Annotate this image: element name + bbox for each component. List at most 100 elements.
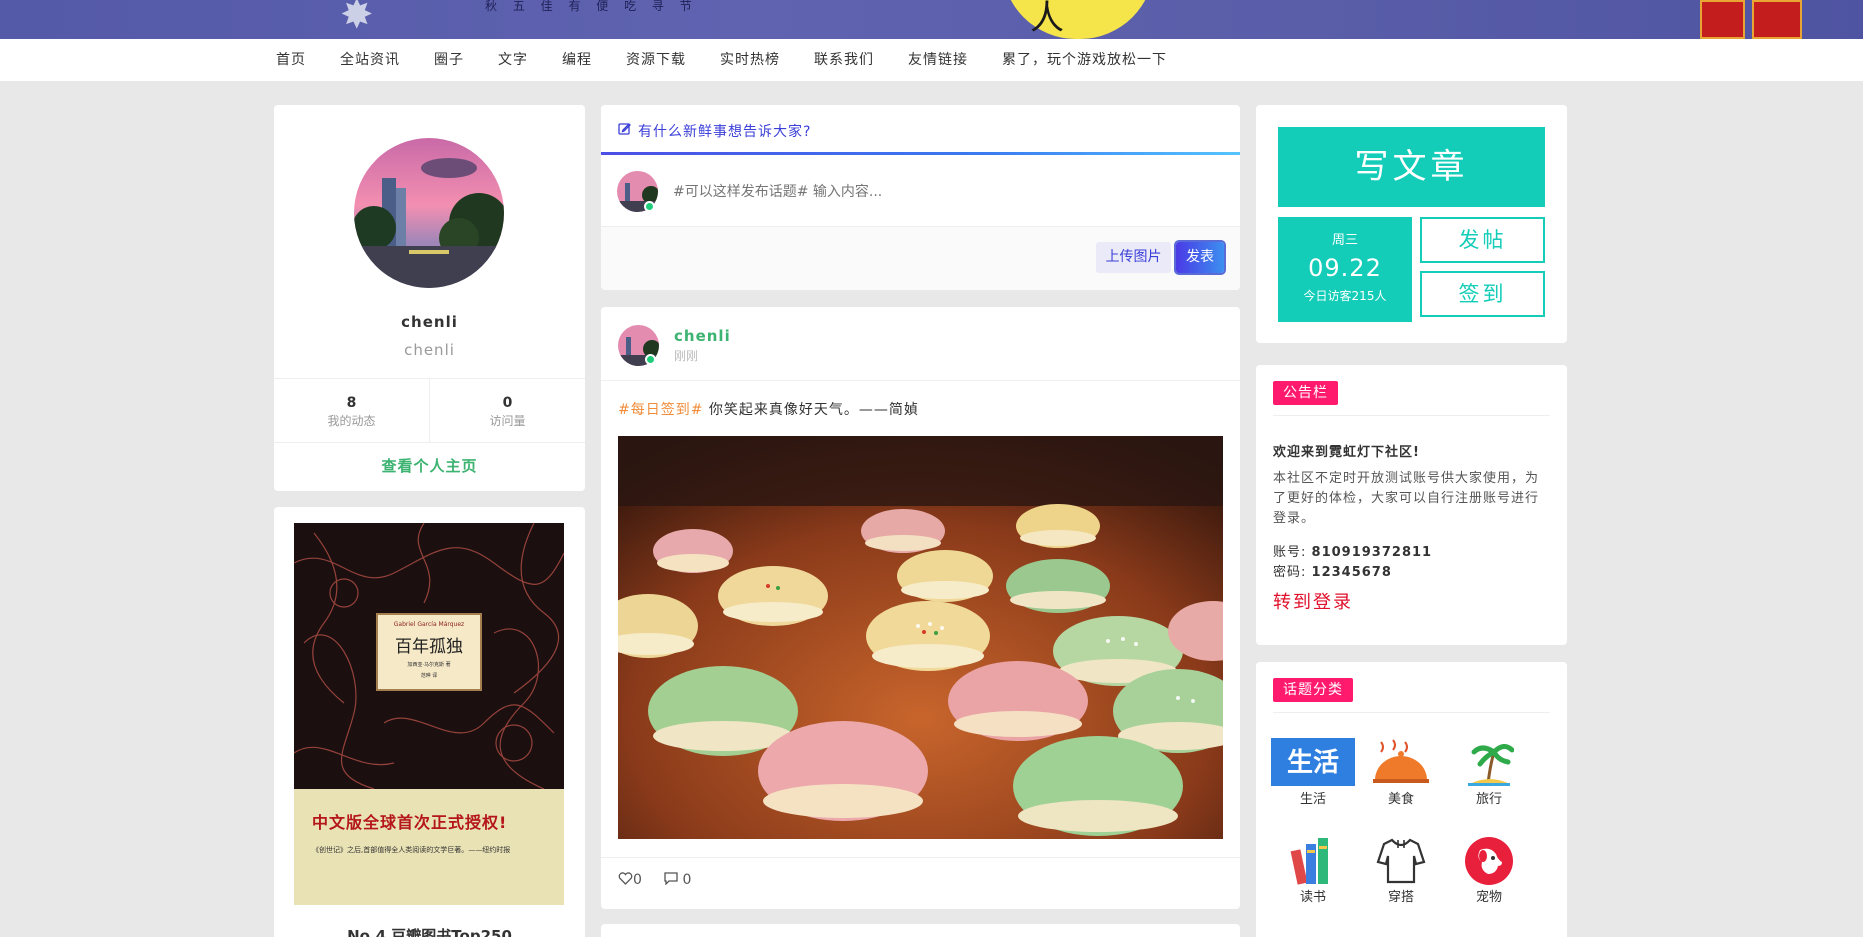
- composer-header: 有什么新鲜事想告诉大家?: [601, 105, 1240, 155]
- svg-text:生活: 生活: [1287, 748, 1339, 778]
- stat-visits-value: 0: [502, 395, 513, 411]
- like-button[interactable]: 0: [618, 872, 642, 888]
- nav-item-links[interactable]: 友情链接: [908, 39, 968, 81]
- clothes-icon: [1376, 836, 1426, 886]
- stat-posts[interactable]: 8 我的动态: [274, 379, 429, 442]
- weekday: 周三: [1331, 233, 1358, 248]
- password-line: 密码: 12345678: [1273, 561, 1392, 580]
- book-author-zh: 加西亚·马尔克斯 著: [407, 662, 451, 668]
- topics-badge: 话题分类: [1273, 678, 1353, 702]
- composer-title: 有什么新鲜事想告诉大家?: [638, 124, 812, 140]
- moon-decoration: [1002, 0, 1154, 39]
- feed-post: chenli 刚刚 #每日签到# 你笑起来真像好天气。——简媜 0 0: [601, 307, 1240, 909]
- account-line: 账号: 810919372811: [1273, 541, 1432, 560]
- go-login-link[interactable]: 转到登录: [1273, 588, 1353, 614]
- current-date: 09.22: [1308, 254, 1382, 282]
- topic-fashion[interactable]: 穿搭: [1361, 836, 1441, 905]
- date-widget: 周三 09.22 今日访客215人: [1278, 217, 1412, 322]
- post-image[interactable]: [618, 436, 1223, 839]
- nav-item-downloads[interactable]: 资源下载: [626, 39, 686, 81]
- profile-avatar[interactable]: [354, 138, 504, 288]
- next-feed-post: [601, 924, 1240, 937]
- stat-posts-label: 我的动态: [327, 414, 376, 428]
- upload-image-button[interactable]: 上传图片: [1096, 242, 1171, 273]
- comment-button[interactable]: 0: [664, 872, 691, 888]
- book-caption[interactable]: No.4 豆瓣图书Top250: [274, 925, 585, 937]
- travel-icon: [1464, 738, 1515, 788]
- nav-item-circles[interactable]: 圈子: [434, 39, 464, 81]
- book-cover-title: 百年孤独: [395, 637, 463, 657]
- topic-pets-label: 宠物: [1475, 890, 1502, 905]
- profile-card: chenli chenli 8 我的动态 0 访问量 查看个人主页: [274, 105, 585, 491]
- book-author-en: Gabriel García Márquez: [393, 621, 465, 628]
- book-cover[interactable]: Gabriel García Márquez 百年孤独 加西亚·马尔克斯 著 范…: [294, 523, 564, 905]
- nav-item-game[interactable]: 累了，玩个游戏放松一下: [1002, 39, 1167, 81]
- profile-subtitle: chenli: [404, 341, 455, 359]
- publish-button[interactable]: 发表: [1176, 242, 1224, 273]
- nav-item-trending[interactable]: 实时热榜: [720, 39, 780, 81]
- main-nav: 首页 全站资讯 圈子 文字 编程 资源下载 实时热榜 联系我们 友情链接 累了，…: [0, 39, 1863, 81]
- book-card: Gabriel García Márquez 百年孤独 加西亚·马尔克斯 著 范…: [274, 507, 585, 937]
- topic-fashion-label: 穿搭: [1387, 890, 1414, 905]
- books-icon: [1288, 836, 1338, 886]
- edit-icon: [618, 122, 631, 139]
- comment-count: 0: [682, 872, 692, 888]
- stat-posts-value: 8: [346, 395, 357, 411]
- quick-actions-card: 写文章 周三 09.22 今日访客215人 发帖 签到: [1256, 105, 1567, 343]
- notice-badge: 公告栏: [1273, 381, 1338, 405]
- write-article-button[interactable]: 写文章: [1278, 127, 1545, 207]
- account-value: 810919372811: [1311, 545, 1433, 560]
- nav-item-writing[interactable]: 文字: [498, 39, 528, 81]
- author-online-indicator: [645, 354, 656, 365]
- password-label: 密码:: [1273, 565, 1307, 580]
- topic-travel[interactable]: 旅行: [1449, 738, 1529, 807]
- post-text: 你笑起来真像好天气。——简媜: [703, 402, 919, 418]
- nav-item-contact[interactable]: 联系我们: [814, 39, 874, 81]
- stat-visits[interactable]: 0 访问量: [429, 379, 585, 442]
- post-divider: [601, 380, 1240, 381]
- checkin-button[interactable]: 签到: [1420, 271, 1545, 317]
- post-topic-tag[interactable]: #每日签到#: [618, 402, 703, 418]
- life-icon: 生活: [1271, 738, 1355, 788]
- notice-board: 公告栏 欢迎来到霓虹灯下社区! 本社区不定时开放测试账号供大家使用，为了更好的体…: [1256, 365, 1567, 645]
- password-value: 12345678: [1311, 565, 1392, 580]
- topic-food[interactable]: 美食: [1361, 738, 1441, 807]
- post-composer: 有什么新鲜事想告诉大家? 上传图片 发表: [601, 105, 1240, 290]
- topic-books-label: 读书: [1299, 890, 1326, 905]
- nav-item-home[interactable]: 首页: [276, 39, 306, 81]
- composer-input[interactable]: [673, 175, 1213, 209]
- online-indicator: [644, 201, 655, 212]
- topic-books[interactable]: 读书: [1273, 836, 1353, 905]
- notice-welcome: 欢迎来到霓虹灯下社区!: [1273, 445, 1420, 460]
- stat-visits-label: 访问量: [489, 414, 526, 428]
- topic-food-label: 美食: [1387, 792, 1414, 807]
- banner-verse: 秋 五 佳 有 便 吃 寻 节: [485, 0, 698, 13]
- lantern-decoration: [1690, 0, 1810, 39]
- visitor-count: 今日访客215人: [1303, 289, 1387, 303]
- nav-item-coding[interactable]: 编程: [562, 39, 592, 81]
- book-title-label: Gabriel García Márquez 百年孤独 加西亚·马尔克斯 著 范…: [376, 613, 482, 691]
- topic-life[interactable]: 生活 生活: [1271, 738, 1355, 807]
- nav-item-news[interactable]: 全站资讯: [340, 39, 400, 81]
- banner-moon-glyph: 人: [1030, 0, 1064, 38]
- topic-travel-label: 旅行: [1475, 792, 1502, 807]
- topic-pets[interactable]: 宠物: [1449, 836, 1529, 905]
- new-post-button[interactable]: 发帖: [1420, 217, 1545, 263]
- post-footer: 0 0: [601, 857, 1240, 909]
- account-label: 账号:: [1273, 545, 1307, 560]
- like-count: 0: [633, 872, 642, 888]
- book-blurb: 《创世记》之后,首部值得全人类阅读的文学巨著。——纽约时报: [312, 846, 511, 854]
- book-slogan: 中文版全球首次正式授权!: [312, 813, 508, 832]
- topic-categories: 话题分类 生活 生活 美食 旅行 读书 穿搭 宠物: [1256, 662, 1567, 937]
- comment-icon: [664, 872, 678, 886]
- profile-stats: 8 我的动态 0 访问量: [274, 378, 585, 443]
- post-time: 刚刚: [674, 349, 699, 363]
- notice-divider: [1273, 415, 1550, 416]
- pet-icon: [1464, 836, 1514, 886]
- post-author[interactable]: chenli: [674, 327, 731, 345]
- burst-decoration: ✸: [340, 0, 374, 38]
- view-profile-link[interactable]: 查看个人主页: [274, 455, 585, 476]
- notice-description: 本社区不定时开放测试账号供大家使用，为了更好的体检，大家可以自行注册账号进行登录…: [1273, 471, 1540, 526]
- food-icon: [1373, 738, 1429, 788]
- topic-life-label: 生活: [1299, 792, 1326, 807]
